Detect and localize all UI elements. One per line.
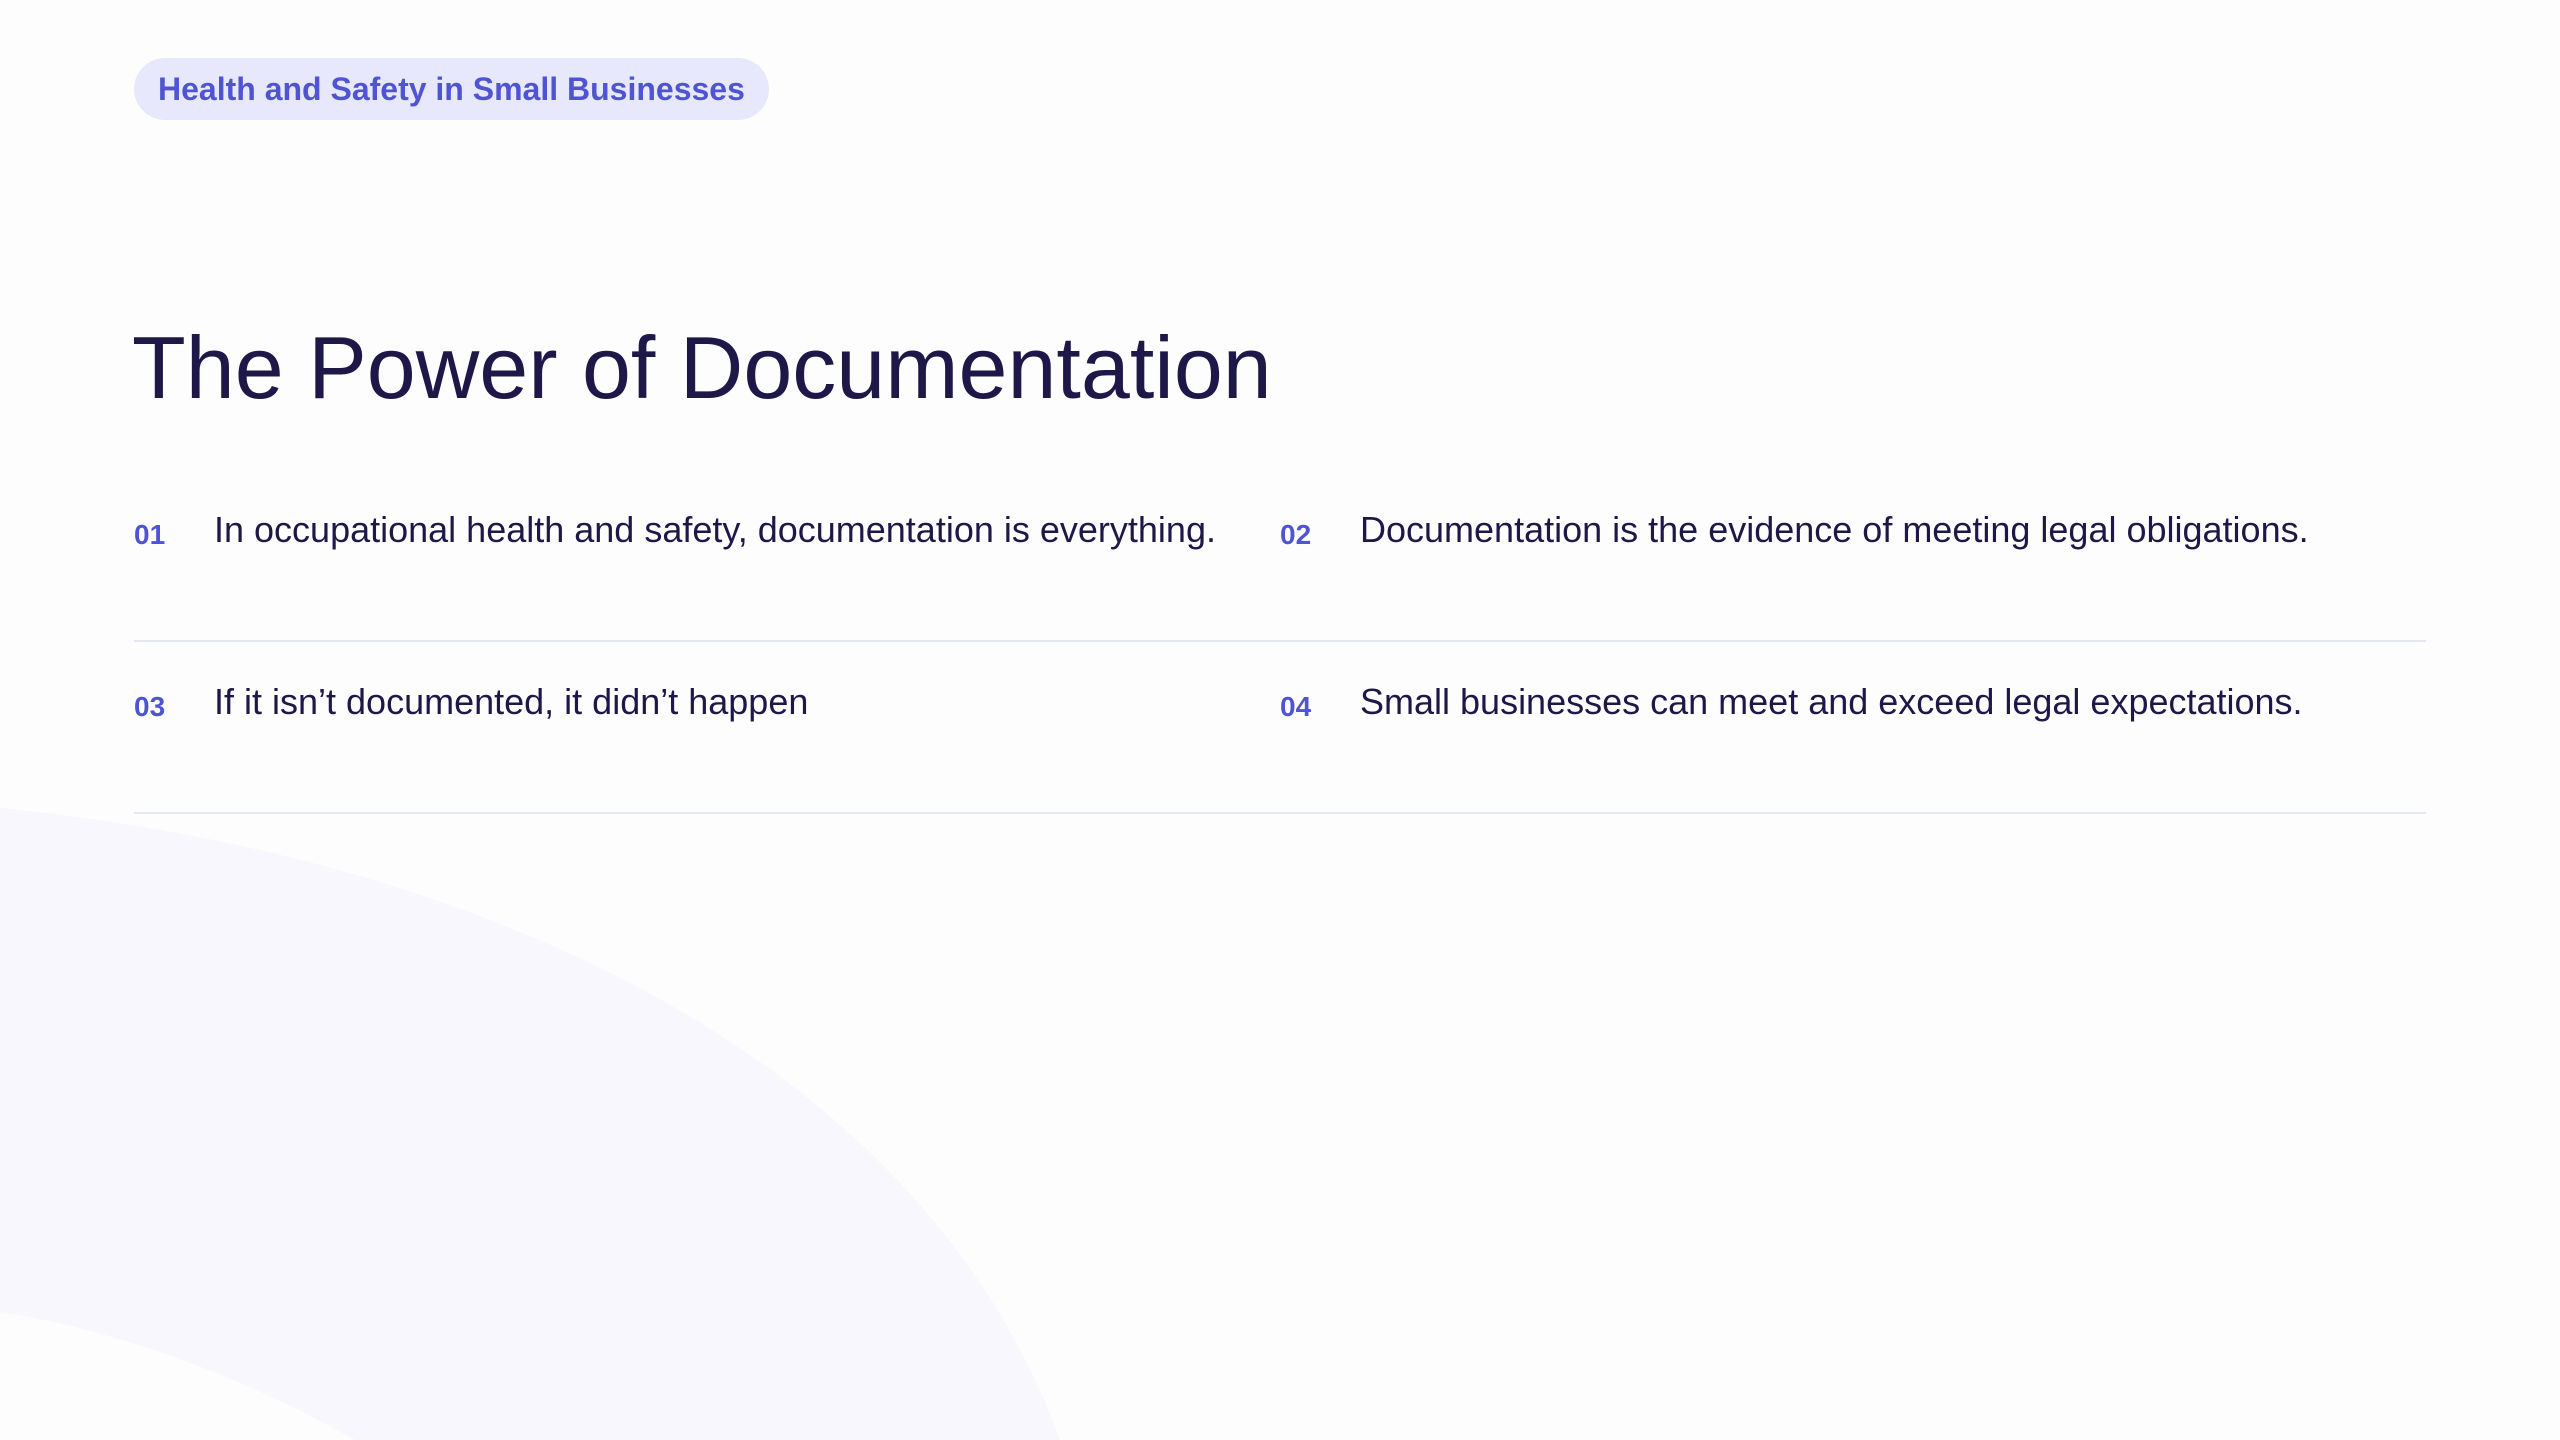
section-tag: Health and Safety in Small Businesses [134,58,769,120]
points-row: 03 If it isn’t documented, it didn’t hap… [134,642,2426,814]
point-item: 04 Small businesses can meet and exceed … [1280,642,2426,812]
point-text: In occupational health and safety, docum… [214,509,1216,550]
point-item: 02 Documentation is the evidence of meet… [1280,470,2426,640]
point-text: If it isn’t documented, it didn’t happen [214,681,809,722]
point-number: 02 [1280,519,1312,550]
point-number: 04 [1280,691,1312,722]
point-item: 01 In occupational health and safety, do… [134,470,1280,640]
point-text: Documentation is the evidence of meeting… [1360,509,2309,550]
page-title: The Power of Documentation [132,318,1272,417]
point-number: 01 [134,519,166,550]
point-text: Small businesses can meet and exceed leg… [1360,681,2303,722]
slide: Health and Safety in Small Businesses Th… [0,0,2560,1440]
points-grid: 01 In occupational health and safety, do… [134,470,2426,814]
point-item: 03 If it isn’t documented, it didn’t hap… [134,642,1280,812]
point-number: 03 [134,691,166,722]
points-row: 01 In occupational health and safety, do… [134,470,2426,642]
section-tag-label: Health and Safety in Small Businesses [158,71,745,107]
